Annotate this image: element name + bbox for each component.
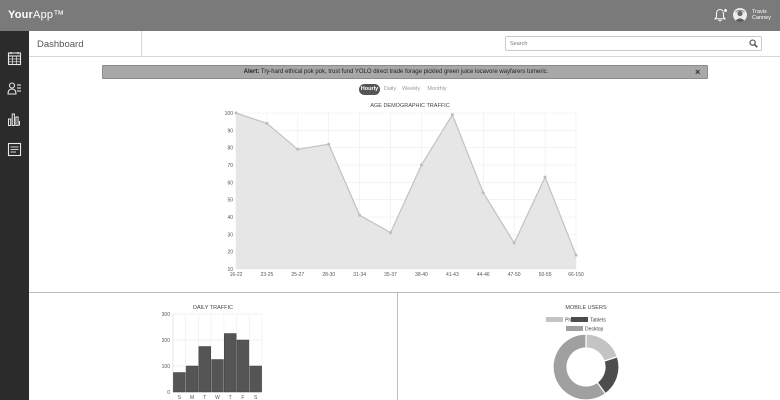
contacts-icon[interactable]	[7, 81, 22, 96]
donut-chart-title: MOBILE USERS	[565, 305, 607, 311]
avatar[interactable]	[733, 8, 747, 22]
y-tick-label: 100	[225, 111, 234, 117]
bar	[173, 372, 186, 393]
x-tick-label: T	[203, 395, 206, 400]
section-divider-vertical	[397, 293, 398, 400]
data-point	[389, 231, 393, 235]
top-bar: Dashboard	[29, 31, 780, 57]
y-tick-label: 300	[162, 312, 171, 318]
data-point	[543, 175, 547, 179]
section-divider	[29, 292, 780, 293]
y-tick-label: 90	[227, 128, 233, 134]
legend-swatch	[571, 317, 588, 322]
y-tick-label: 100	[162, 364, 171, 370]
x-tick-label: S	[254, 395, 258, 400]
y-tick-label: 30	[227, 232, 233, 238]
tab-hourly[interactable]: Hourly	[359, 84, 380, 95]
data-point	[265, 121, 269, 125]
tab-monthly[interactable]: Monthly	[424, 84, 450, 95]
logo-light-text: App™	[33, 9, 65, 21]
bar	[198, 346, 211, 393]
calendar-icon[interactable]	[7, 51, 22, 66]
legend-swatch	[546, 317, 563, 322]
bar-chart-icon[interactable]	[7, 112, 22, 127]
x-tick-label: 35-37	[384, 272, 397, 278]
alert-message: Try-hard ethical pok pok, trust fund YOL…	[259, 69, 549, 75]
y-tick-label: 10	[227, 267, 233, 273]
legend-swatch	[566, 326, 583, 331]
bar	[224, 333, 237, 393]
notification-dot	[723, 8, 728, 13]
donut-slice	[585, 333, 619, 362]
sidebar	[0, 31, 29, 400]
alert-banner: Alert: Try-hard ethical pok pok, trust f…	[102, 65, 708, 79]
tab-daily[interactable]: Daily	[382, 84, 398, 95]
tab-weekly[interactable]: Weekly	[400, 84, 422, 95]
x-tick-label: 28-30	[322, 272, 335, 278]
data-point	[574, 253, 578, 257]
x-tick-label: 25-27	[291, 272, 304, 278]
list-icon[interactable]	[7, 142, 22, 157]
y-tick-label: 70	[227, 163, 233, 169]
bar-chart-title: DAILY TRAFFIC	[193, 305, 233, 311]
donut-slice	[596, 356, 620, 395]
data-point	[358, 213, 362, 217]
user-name[interactable]: Travis Canney	[752, 9, 778, 21]
x-tick-label: F	[241, 395, 244, 400]
x-tick-label: 50-55	[539, 272, 552, 278]
x-tick-label: 16-22	[230, 272, 243, 278]
area-line	[235, 112, 577, 256]
y-tick-label: 0	[167, 390, 170, 396]
search-input[interactable]	[510, 38, 740, 49]
search-icon[interactable]	[749, 39, 758, 48]
data-point	[234, 111, 238, 115]
legend-label: Desktop	[585, 327, 604, 333]
user-last-name: Canney	[752, 15, 771, 21]
x-tick-label: M	[190, 395, 194, 400]
age-demographic-chart: AGE DEMOGRAPHIC TRAFFIC 10 20 30 40 50 60 70 80 9…	[225, 103, 584, 278]
close-icon[interactable]: ×	[695, 67, 700, 77]
x-tick-label: 47-50	[508, 272, 521, 278]
x-tick-label: T	[229, 395, 232, 400]
bar	[185, 365, 199, 393]
x-tick-label: 66-150	[568, 272, 584, 278]
x-tick-label: 44-46	[477, 272, 490, 278]
user-photo-icon	[734, 9, 746, 22]
logo-bold-text: Your	[8, 9, 34, 21]
y-tick-label: 40	[227, 215, 233, 221]
x-tick-label: 41-43	[446, 272, 459, 278]
bar	[211, 359, 224, 393]
x-tick-label: 38-40	[415, 272, 428, 278]
y-tick-label: 80	[227, 146, 233, 152]
data-point	[512, 241, 516, 245]
x-tick-label: W	[215, 395, 220, 400]
search-box	[505, 36, 762, 51]
y-tick-label: 20	[227, 250, 233, 256]
app-logo[interactable]: YourApp™	[8, 9, 64, 21]
data-point	[327, 142, 331, 146]
area-fill	[236, 113, 576, 269]
data-point	[419, 163, 423, 167]
data-point	[450, 113, 454, 117]
legend-label: Tablets	[590, 318, 606, 324]
data-point	[481, 191, 485, 195]
x-tick-label: 31-34	[353, 272, 366, 278]
data-point	[296, 147, 300, 151]
alert-text: Alert: Try-hard ethical pok pok, trust f…	[103, 69, 689, 75]
page-title: Dashboard	[37, 39, 84, 50]
bar	[249, 365, 262, 393]
y-tick-label: 200	[162, 338, 171, 344]
alert-label: Alert:	[243, 69, 260, 75]
donut-slice	[552, 333, 607, 400]
x-tick-label: S	[178, 395, 182, 400]
y-tick-label: 50	[227, 198, 233, 204]
y-tick-label: 60	[227, 180, 233, 186]
legend-label: Phones	[565, 318, 582, 324]
app-header: YourApp™ Travis Canney	[0, 0, 780, 31]
x-tick-label: 23-25	[261, 272, 274, 278]
bottom-charts: DAILY TRAFFIC 0 100 200 300 S M T W T F S MOBILE USE…	[162, 305, 620, 400]
bar	[236, 339, 250, 393]
area-chart-title: AGE DEMOGRAPHIC TRAFFIC	[370, 103, 449, 109]
top-bar-divider	[141, 31, 142, 57]
